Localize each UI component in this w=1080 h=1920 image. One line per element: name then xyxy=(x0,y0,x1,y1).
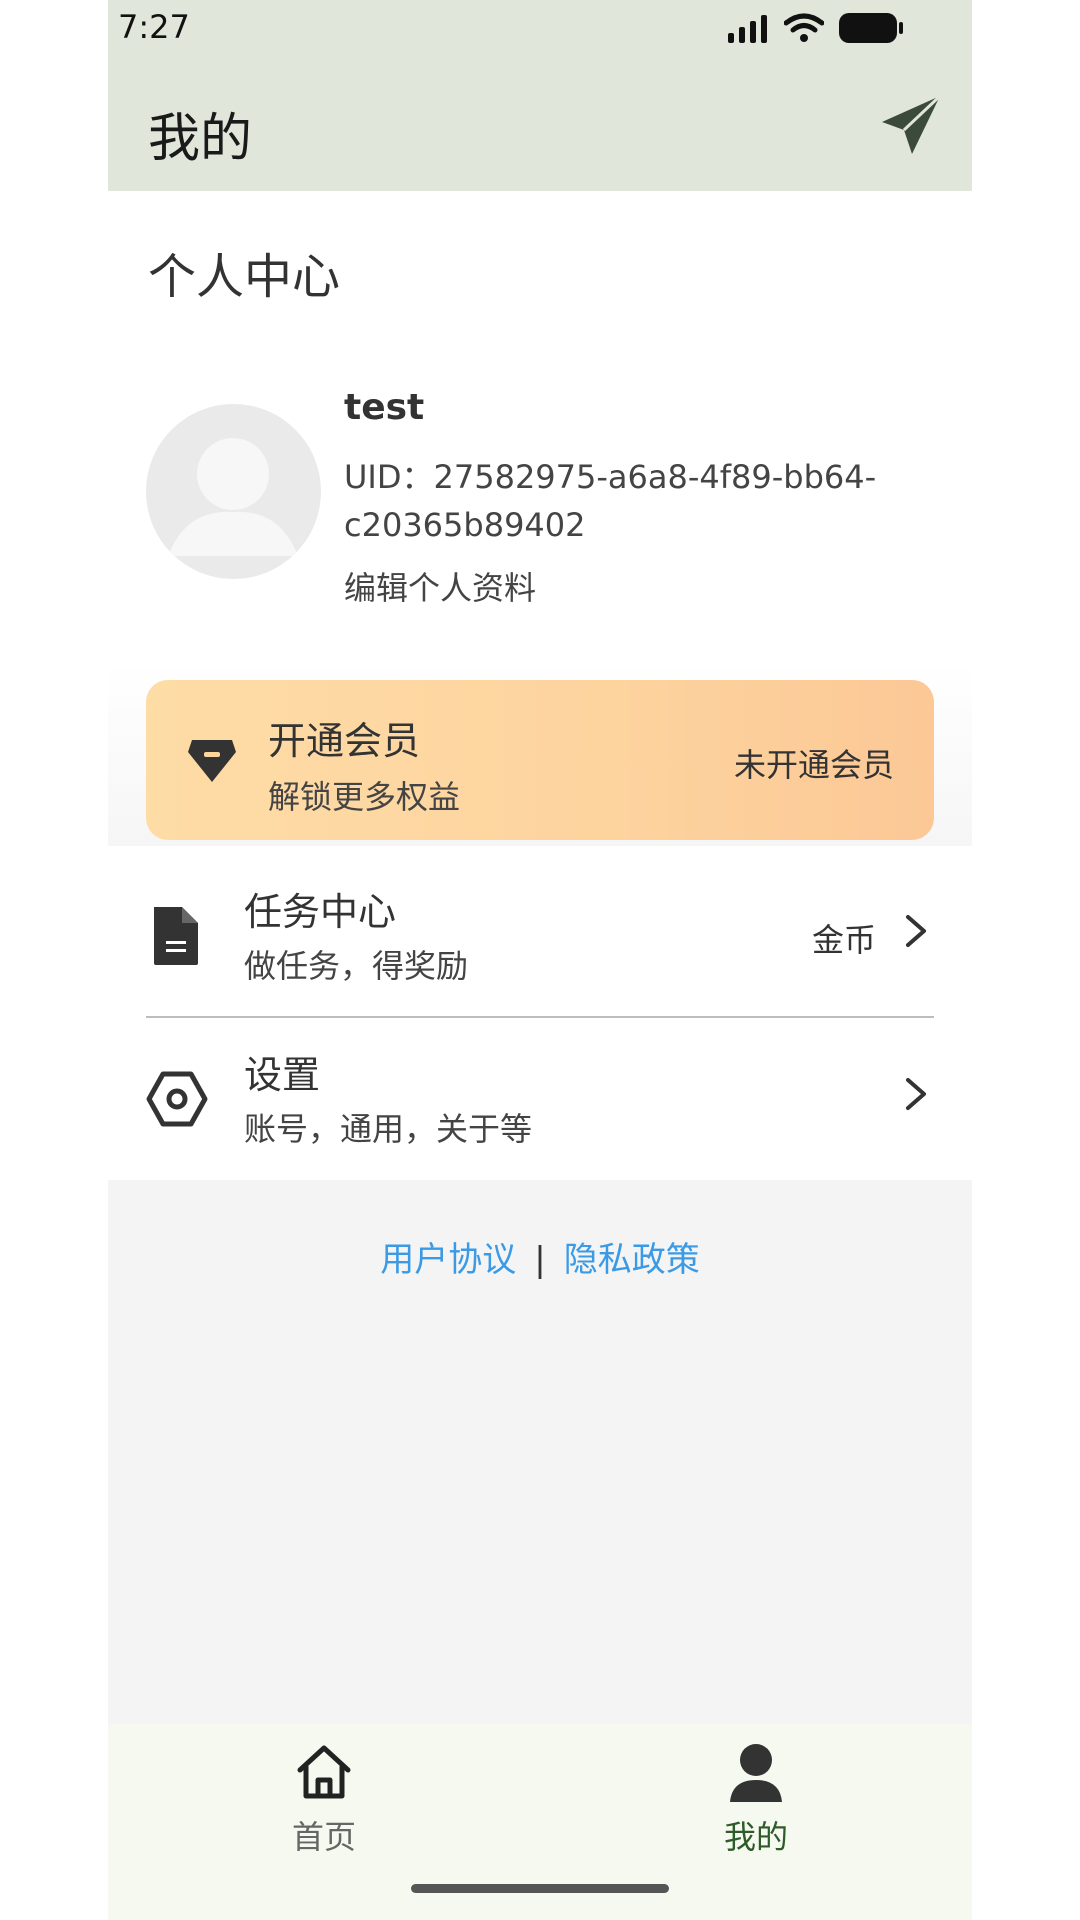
wifi-icon xyxy=(784,13,824,42)
settings-hex-icon xyxy=(146,1071,208,1127)
chevron-right-icon xyxy=(906,1078,926,1110)
user-uid: UID：27582975-a6a8-4f89-bb64-c20365b89402 xyxy=(344,458,877,544)
username: test xyxy=(344,387,425,428)
nav-label-mine: 我的 xyxy=(723,1818,788,1856)
vip-diamond-icon xyxy=(188,740,236,782)
link-separator: | xyxy=(534,1240,546,1280)
avatar-placeholder-icon xyxy=(168,438,298,556)
membership-status: 未开通会员 xyxy=(733,746,894,784)
status-icons xyxy=(726,12,904,44)
phone-frame: 7:27 我的 个人中心 test UID：27582975-a6a8-4f89… xyxy=(0,0,1080,1920)
right-margin xyxy=(972,0,1080,1920)
membership-card[interactable]: 开通会员 解锁更多权益 未开通会员 xyxy=(146,680,934,840)
edit-profile-link[interactable]: 编辑个人资料 xyxy=(344,563,536,609)
nav-item-home[interactable]: 首页 xyxy=(224,1740,424,1858)
menu-item-title: 设置 xyxy=(244,1053,321,1097)
chevron-right-icon xyxy=(906,915,926,947)
menu-item-title: 任务中心 xyxy=(244,890,397,934)
status-time: 7:27 xyxy=(118,8,190,46)
menu-item-subtitle: 账号，通用，关于等 xyxy=(244,1110,533,1148)
main-content: 个人中心 test UID：27582975-a6a8-4f89-bb64-c2… xyxy=(108,191,972,1180)
app-screen: 7:27 我的 个人中心 test UID：27582975-a6a8-4f89… xyxy=(108,0,972,1920)
membership-section: 开通会员 解锁更多权益 未开通会员 xyxy=(108,661,972,846)
nav-label-home: 首页 xyxy=(291,1818,356,1856)
menu-item-settings[interactable]: 设置 账号，通用，关于等 xyxy=(108,1018,972,1180)
app-bar: 7:27 我的 xyxy=(108,0,972,191)
menu-item-subtitle: 做任务，得奖励 xyxy=(244,947,469,985)
coins-label: 金币 xyxy=(811,921,876,959)
left-margin xyxy=(0,0,108,1920)
membership-title: 开通会员 xyxy=(268,719,421,763)
send-icon[interactable] xyxy=(880,94,942,156)
section-title: 个人中心 xyxy=(148,249,341,305)
avatar[interactable] xyxy=(146,404,321,579)
footer-links: 用户协议 | 隐私政策 xyxy=(108,1232,972,1281)
membership-subtitle: 解锁更多权益 xyxy=(268,778,461,816)
home-indicator xyxy=(411,1884,669,1893)
page-title: 我的 xyxy=(148,109,253,169)
nav-item-mine[interactable]: 我的 xyxy=(656,1740,856,1858)
home-icon xyxy=(297,1745,351,1799)
user-icon xyxy=(730,1744,782,1802)
menu-item-task-center[interactable]: 任务中心 做任务，得奖励 金币 xyxy=(108,855,972,1017)
privacy-policy-link[interactable]: 隐私政策 xyxy=(564,1240,700,1280)
signal-icon xyxy=(728,15,767,43)
battery-icon xyxy=(839,13,903,43)
divider xyxy=(146,1016,934,1018)
document-icon xyxy=(154,907,198,965)
user-agreement-link[interactable]: 用户协议 xyxy=(380,1240,516,1280)
